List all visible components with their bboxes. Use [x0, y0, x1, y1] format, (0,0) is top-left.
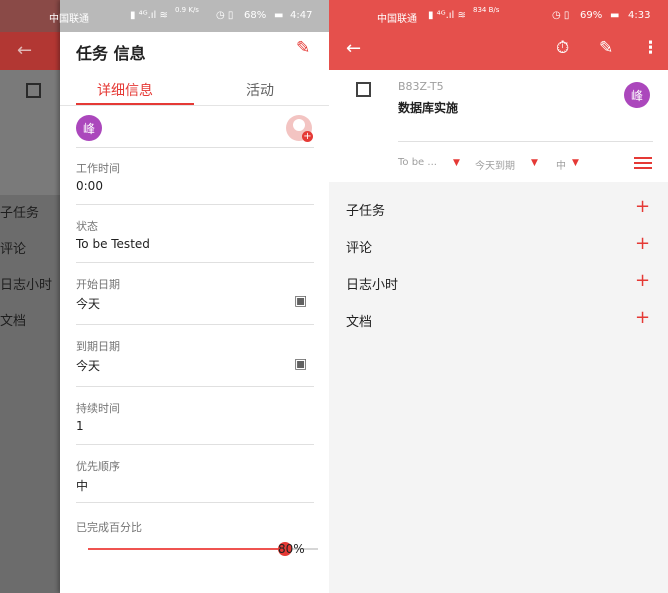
task-checkbox[interactable] — [356, 82, 371, 97]
due-filter[interactable]: 今天到期 — [475, 157, 515, 172]
dimmed-section-subtasks: 子任务 — [0, 206, 40, 221]
carrier-label: 中国联通 — [377, 14, 417, 25]
task-name[interactable]: 数据库实施 — [398, 99, 458, 116]
menu-line — [634, 157, 652, 159]
separator — [76, 324, 314, 325]
battery-percent: 69% — [580, 10, 603, 21]
add-comment-plus-icon[interactable]: + — [635, 235, 650, 253]
task-info-sheet: 中国联通 ▮ ⁴ᴳ.ıl ≋ 0.9 K/s ◷ ▯ 68% ▬ 4:47 任务… — [49, 0, 329, 593]
priority-value[interactable]: 中 — [76, 477, 88, 494]
clock: 4:47 — [290, 10, 313, 21]
network-speed: 834 B/s — [473, 6, 500, 14]
percent-complete-value: 80% — [278, 542, 305, 556]
stopwatch-icon[interactable]: ⏱ — [556, 38, 569, 58]
dimmed-back-arrow-icon: ← — [17, 40, 33, 61]
edit-pencil-icon[interactable]: ✎ — [296, 38, 310, 58]
section-log-hours[interactable]: 日志小时 — [346, 274, 398, 293]
separator — [76, 147, 314, 148]
add-doc-plus-icon[interactable]: + — [635, 309, 650, 327]
priority-dropdown-icon[interactable]: ▼ — [572, 158, 579, 168]
battery-icon: ▬ — [274, 10, 284, 21]
work-time-label: 工作时间 — [76, 162, 120, 175]
status-dropdown-icon[interactable]: ▼ — [453, 158, 460, 168]
dimmed-section-comments: 评论 — [0, 242, 27, 257]
right-screen: 中国联通 ▮ ⁴ᴳ.ıl ≋ 834 B/s ◷ ▯ 69% ▬ 4:33 ← … — [329, 0, 668, 593]
dimmed-section-log-hours: 日志小时 — [0, 278, 53, 293]
tab-divider — [60, 105, 329, 106]
alarm-icon: ◷ ▯ — [216, 10, 234, 21]
signal-icon: ▮ ⁴ᴳ.ıl ≋ — [428, 10, 466, 21]
duration-label: 持续时间 — [76, 402, 120, 415]
section-comments[interactable]: 评论 — [346, 237, 372, 256]
menu-line — [634, 167, 652, 169]
start-date-value[interactable]: 今天 — [76, 295, 100, 312]
duration-value[interactable]: 1 — [76, 419, 84, 433]
add-person-icon[interactable]: + — [286, 115, 313, 142]
edit-pencil-icon[interactable]: ✎ — [599, 38, 613, 58]
progress-slider-fill — [88, 548, 284, 550]
assignee-avatar[interactable]: 峰 — [76, 115, 102, 141]
separator — [76, 502, 314, 503]
app-bar — [329, 32, 668, 70]
separator — [76, 204, 314, 205]
separator — [76, 386, 314, 387]
clock: 4:33 — [628, 10, 651, 21]
status-value[interactable]: To be Tested — [76, 237, 150, 251]
sheet-title: 任务 信息 — [76, 44, 146, 63]
person-head-shape — [293, 119, 305, 131]
work-time-value[interactable]: 0:00 — [76, 179, 103, 193]
dimmed-section-docs: 文档 — [0, 314, 27, 329]
carrier-label: 中国联通 — [49, 14, 89, 25]
section-subtasks[interactable]: 子任务 — [346, 200, 385, 219]
hamburger-icon[interactable] — [634, 157, 652, 172]
due-dropdown-icon[interactable]: ▼ — [531, 158, 538, 168]
signal-icon: ▮ ⁴ᴳ.ıl ≋ — [130, 10, 168, 21]
start-date-label: 开始日期 — [76, 278, 120, 291]
menu-line — [634, 162, 652, 164]
priority-filter[interactable]: 中 — [556, 157, 566, 172]
section-docs[interactable]: 文档 — [346, 311, 372, 330]
start-date-calendar-icon[interactable]: ▣ — [294, 293, 307, 309]
due-date-value[interactable]: 今天 — [76, 357, 100, 374]
battery-percent: 68% — [244, 10, 267, 21]
separator — [398, 141, 653, 142]
back-arrow-icon[interactable]: ← — [346, 38, 361, 59]
add-badge-icon: + — [302, 131, 313, 142]
task-id: B83Z-T5 — [398, 80, 444, 93]
status-filter[interactable]: To be ... — [398, 157, 437, 168]
battery-icon: ▬ — [610, 10, 620, 21]
tab-activity[interactable]: 活动 — [246, 80, 274, 100]
network-speed: 0.9 K/s — [175, 6, 199, 14]
left-screen: ← 子任务 评论 日志小时 文档 中国联通 ▮ ⁴ᴳ.ıl ≋ 0.9 K/s … — [0, 0, 329, 593]
add-subtask-plus-icon[interactable]: + — [635, 198, 650, 216]
more-vert-icon[interactable]: ⋮ — [642, 38, 659, 58]
status-bar — [60, 0, 329, 32]
tab-details[interactable]: 详细信息 — [97, 80, 153, 100]
priority-label: 优先顺序 — [76, 460, 120, 473]
due-date-label: 到期日期 — [76, 340, 120, 353]
percent-complete-label: 已完成百分比 — [76, 521, 142, 534]
status-label: 状态 — [76, 220, 98, 233]
alarm-icon: ◷ ▯ — [552, 10, 570, 21]
add-log-hours-plus-icon[interactable]: + — [635, 272, 650, 290]
separator — [76, 444, 314, 445]
separator — [76, 262, 314, 263]
dimmed-task-checkbox — [26, 83, 41, 98]
due-date-calendar-icon[interactable]: ▣ — [294, 356, 307, 372]
assignee-avatar[interactable]: 峰 — [624, 82, 650, 108]
